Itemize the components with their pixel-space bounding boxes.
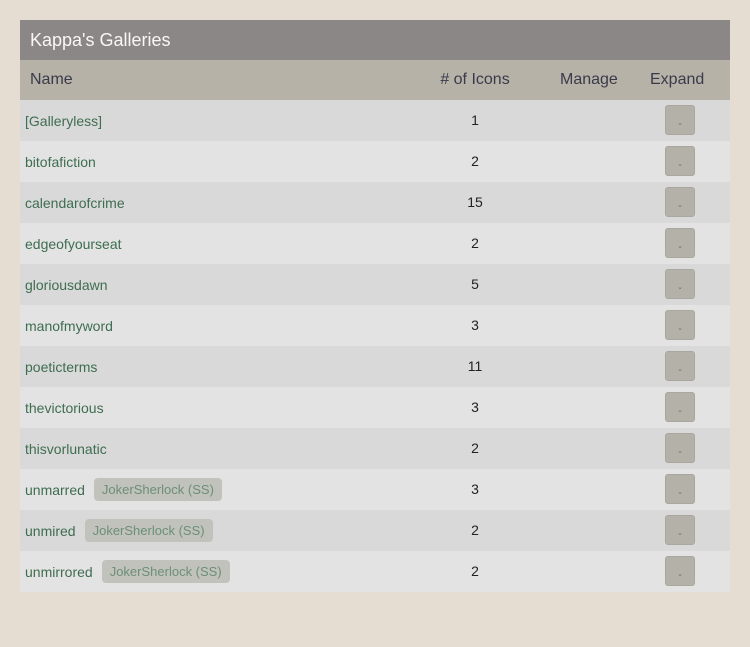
table-row: edgeofyourseat 2 ⌄ (20, 223, 730, 264)
table-header: Name # of Icons Manage Expand (20, 60, 730, 100)
panel-title: Kappa's Galleries (20, 20, 730, 60)
gallery-table-body: [Galleryless] 1 ⌄ bitofafiction 2 ⌄ calendarof… (20, 100, 730, 592)
expand-button[interactable]: ⌄ (665, 392, 695, 422)
table-row: gloriousdawn 5 ⌄ (20, 264, 730, 305)
chevron-down-icon: ⌄ (677, 119, 683, 127)
icon-count: 11 (467, 358, 483, 374)
chevron-down-icon: ⌄ (677, 365, 683, 373)
gallery-link[interactable]: [Galleryless] (25, 113, 102, 129)
icon-count: 2 (471, 153, 479, 169)
column-header-name: Name (30, 71, 73, 88)
chevron-down-icon: ⌄ (677, 201, 683, 209)
gallery-link[interactable]: unmired (25, 523, 76, 539)
expand-button[interactable]: ⌄ (665, 269, 695, 299)
gallery-link[interactable]: gloriousdawn (25, 277, 108, 293)
galleries-panel: Kappa's Galleries Name # of Icons Manage… (20, 20, 730, 592)
gallery-name-cell: edgeofyourseat (25, 223, 122, 264)
chevron-down-icon: ⌄ (677, 488, 683, 496)
table-row: thisvorlunatic 2 ⌄ (20, 428, 730, 469)
gallery-link[interactable]: edgeofyourseat (25, 236, 122, 252)
gallery-name-cell: unmired JokerSherlock (SS) (25, 510, 213, 551)
column-header-icon-count: # of Icons (440, 71, 510, 88)
gallery-group-tag[interactable]: JokerSherlock (SS) (101, 560, 230, 583)
expand-button[interactable]: ⌄ (665, 310, 695, 340)
column-header-manage: Manage (560, 71, 618, 88)
gallery-link[interactable]: calendarofcrime (25, 195, 125, 211)
chevron-down-icon: ⌄ (677, 570, 683, 578)
icon-count: 3 (471, 481, 479, 497)
chevron-down-icon: ⌄ (677, 447, 683, 455)
icon-count: 3 (471, 399, 479, 415)
icon-count: 2 (471, 522, 479, 538)
gallery-name-cell: manofmyword (25, 305, 113, 346)
gallery-name-cell: thisvorlunatic (25, 428, 107, 469)
expand-button[interactable]: ⌄ (665, 433, 695, 463)
gallery-link[interactable]: poeticterms (25, 359, 97, 375)
chevron-down-icon: ⌄ (677, 283, 683, 291)
table-row: poeticterms 11 ⌄ (20, 346, 730, 387)
table-row: bitofafiction 2 ⌄ (20, 141, 730, 182)
chevron-down-icon: ⌄ (677, 242, 683, 250)
gallery-link[interactable]: thevictorious (25, 400, 104, 416)
gallery-name-cell: unmirrored JokerSherlock (SS) (25, 551, 230, 592)
table-row: thevictorious 3 ⌄ (20, 387, 730, 428)
column-header-expand: Expand (650, 71, 705, 88)
icon-count: 5 (471, 276, 479, 292)
icon-count: 2 (471, 440, 479, 456)
expand-button[interactable]: ⌄ (665, 187, 695, 217)
gallery-link[interactable]: unmirrored (25, 564, 93, 580)
expand-button[interactable]: ⌄ (665, 146, 695, 176)
table-row: manofmyword 3 ⌄ (20, 305, 730, 346)
gallery-name-cell: poeticterms (25, 346, 97, 387)
icon-count: 2 (471, 563, 479, 579)
chevron-down-icon: ⌄ (677, 324, 683, 332)
icon-count: 1 (471, 112, 479, 128)
expand-button[interactable]: ⌄ (665, 556, 695, 586)
expand-button[interactable]: ⌄ (665, 351, 695, 381)
gallery-name-cell: bitofafiction (25, 141, 96, 182)
gallery-name-cell: unmarred JokerSherlock (SS) (25, 469, 222, 510)
table-row: calendarofcrime 15 ⌄ (20, 182, 730, 223)
expand-button[interactable]: ⌄ (665, 105, 695, 135)
table-row: [Galleryless] 1 ⌄ (20, 100, 730, 141)
gallery-group-tag[interactable]: JokerSherlock (SS) (93, 478, 222, 501)
gallery-name-cell: gloriousdawn (25, 264, 108, 305)
gallery-name-cell: thevictorious (25, 387, 104, 428)
gallery-link[interactable]: thisvorlunatic (25, 441, 107, 457)
expand-button[interactable]: ⌄ (665, 515, 695, 545)
table-row: unmired JokerSherlock (SS) 2 ⌄ (20, 510, 730, 551)
icon-count: 2 (471, 235, 479, 251)
expand-button[interactable]: ⌄ (665, 228, 695, 258)
chevron-down-icon: ⌄ (677, 406, 683, 414)
gallery-link[interactable]: manofmyword (25, 318, 113, 334)
chevron-down-icon: ⌄ (677, 529, 683, 537)
table-row: unmirrored JokerSherlock (SS) 2 ⌄ (20, 551, 730, 592)
icon-count: 3 (471, 317, 479, 333)
gallery-name-cell: [Galleryless] (25, 100, 102, 141)
chevron-down-icon: ⌄ (677, 160, 683, 168)
expand-button[interactable]: ⌄ (665, 474, 695, 504)
table-row: unmarred JokerSherlock (SS) 3 ⌄ (20, 469, 730, 510)
gallery-group-tag[interactable]: JokerSherlock (SS) (84, 519, 213, 542)
gallery-name-cell: calendarofcrime (25, 182, 125, 223)
icon-count: 15 (467, 194, 483, 210)
gallery-link[interactable]: unmarred (25, 482, 85, 498)
gallery-link[interactable]: bitofafiction (25, 154, 96, 170)
